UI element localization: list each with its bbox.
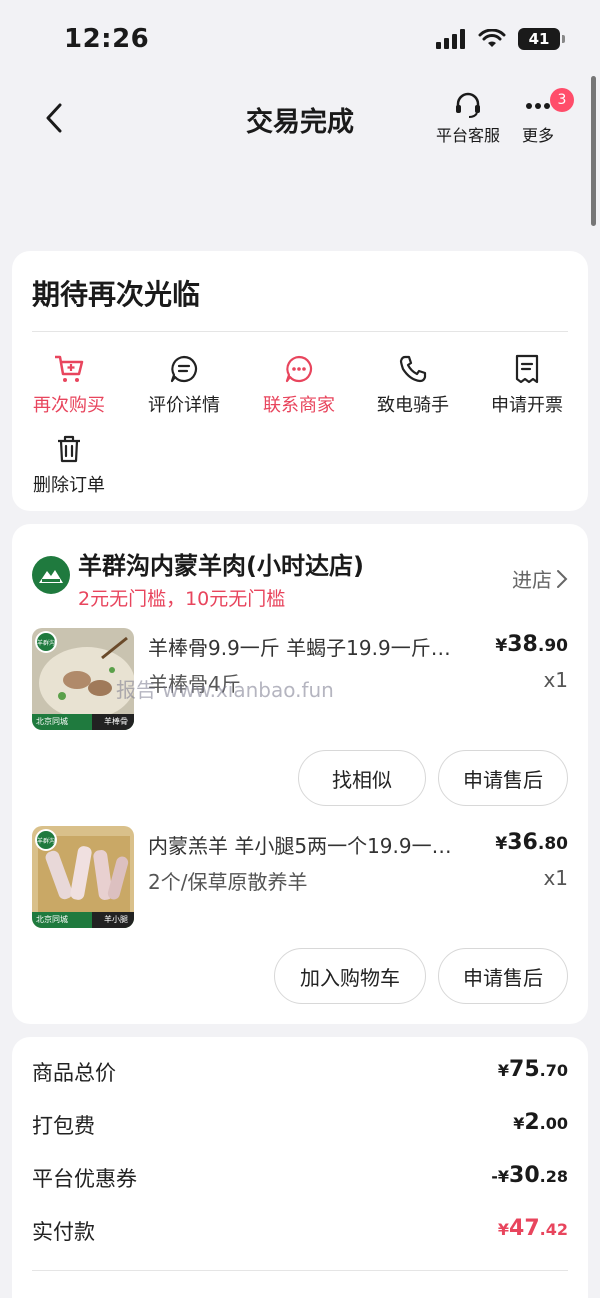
image-tag-left: 北京同城	[36, 915, 68, 924]
price-summary-card: 商品总价 ¥75.70 打包费 ¥2.00 平台优惠券 -¥30.28 实付款 …	[12, 1037, 588, 1298]
wifi-icon	[478, 29, 506, 47]
chevron-right-icon	[557, 569, 568, 588]
more-label: 更多	[522, 126, 555, 145]
watermark-text: 报告 www.xianbao.fun	[116, 678, 334, 702]
find-similar-button[interactable]: 找相似	[298, 750, 426, 806]
product-spec: 2个/保草原散养羊	[148, 870, 308, 894]
shop-logo[interactable]	[32, 556, 70, 594]
more-dots-icon	[526, 103, 550, 109]
rebuy-label: 再次购买	[33, 395, 105, 416]
coupon-value: -¥30.28	[491, 1163, 568, 1188]
contact-merchant-button[interactable]: 联系商家	[243, 351, 355, 417]
subtotal-symbol: ¥	[497, 1061, 510, 1080]
product-name[interactable]: 内蒙羔羊 羊小腿5两一个19.9一…	[148, 830, 483, 859]
shop-order-card: 羊群沟内蒙羊肉(小时达店) 2元无门槛，10元无门槛 进店 北京同城 羊棒骨 羊…	[12, 524, 588, 1024]
after-sales-button[interactable]: 申请售后	[438, 948, 568, 1004]
phone-icon	[399, 355, 427, 383]
review-detail-label: 评价详情	[148, 395, 220, 416]
coupon-integer: 30	[509, 1163, 540, 1188]
review-detail-button[interactable]: 评价详情	[128, 351, 240, 417]
chat-dots-icon	[285, 355, 313, 383]
status-icons: 41	[436, 28, 565, 50]
thanks-title: 期待再次光临	[32, 278, 201, 311]
image-logo-text: 羊群沟	[36, 640, 55, 647]
more-badge: 3	[550, 88, 575, 112]
more-button[interactable]: 更多 3	[522, 88, 575, 146]
subtotal-label: 商品总价	[32, 1061, 116, 1085]
battery-icon: 41	[518, 28, 565, 50]
coupon-label: 平台优惠券	[32, 1167, 137, 1191]
product-quantity: x1	[543, 866, 568, 890]
call-rider-button[interactable]: 致电骑手	[357, 351, 469, 417]
page-title: 交易完成	[246, 107, 354, 138]
subtotal-decimal: .70	[539, 1061, 568, 1080]
price-integer: 38	[507, 632, 538, 657]
nav-bar: 交易完成 平台客服 更多 3	[0, 80, 600, 160]
headset-icon	[456, 92, 480, 118]
mountain-logo-icon	[39, 570, 63, 583]
delete-order-label: 删除订单	[33, 475, 105, 496]
enter-shop-label: 进店	[512, 568, 552, 592]
comment-icon	[170, 355, 198, 383]
add-to-cart-button[interactable]: 加入购物车	[274, 948, 426, 1004]
enter-shop-link[interactable]: 进店	[512, 564, 568, 593]
packing-fee-integer: 2	[524, 1110, 540, 1135]
image-logo-text: 羊群沟	[36, 838, 55, 845]
subtotal-integer: 75	[509, 1057, 540, 1082]
request-invoice-label: 申请开票	[491, 395, 563, 416]
after-sales-button[interactable]: 申请售后	[438, 750, 568, 806]
paid-amount-label: 实付款	[32, 1220, 95, 1244]
packing-fee-decimal: .00	[539, 1114, 568, 1133]
packing-fee-value: ¥2.00	[513, 1110, 568, 1135]
rebuy-button[interactable]: 再次购买	[13, 351, 125, 417]
product-price: ¥36.80	[495, 830, 568, 855]
status-time: 12:26	[64, 24, 150, 54]
contact-merchant-label: 联系商家	[263, 395, 335, 416]
shop-name[interactable]: 羊群沟内蒙羊肉(小时达店)	[78, 546, 364, 581]
coupon-symbol: ¥	[497, 1167, 510, 1186]
delete-order-button[interactable]: 删除订单	[13, 431, 125, 497]
request-invoice-button[interactable]: 申请开票	[471, 351, 583, 417]
packing-fee-symbol: ¥	[513, 1114, 525, 1133]
shop-promo: 2元无门槛，10元无门槛	[78, 588, 286, 610]
paid-amount-symbol: ¥	[497, 1220, 510, 1239]
price-symbol: ¥	[495, 636, 508, 656]
packing-fee-label: 打包费	[32, 1114, 95, 1138]
platform-service-label: 平台客服	[436, 126, 501, 145]
platform-service-button[interactable]: 平台客服	[436, 92, 500, 146]
product-name[interactable]: 羊棒骨9.9一斤 羊蝎子19.9一斤…	[148, 632, 483, 661]
divider	[32, 331, 568, 332]
price-integer: 36	[507, 830, 538, 855]
signal-icon	[436, 29, 465, 49]
scrollbar[interactable]	[591, 76, 596, 226]
subtotal-value: ¥75.70	[498, 1057, 568, 1082]
paid-amount-integer: 47	[509, 1216, 540, 1241]
price-decimal: .90	[537, 636, 568, 656]
call-rider-label: 致电骑手	[377, 395, 449, 416]
product-price: ¥38.90	[495, 632, 568, 657]
divider	[32, 1270, 568, 1271]
price-decimal: .80	[537, 834, 568, 854]
product-quantity: x1	[543, 668, 568, 692]
paid-amount-decimal: .42	[539, 1220, 568, 1239]
product-image[interactable]: 北京同城 羊小腿 羊群沟	[32, 826, 134, 928]
cart-plus-icon	[55, 355, 84, 382]
image-tag-left: 北京同城	[36, 717, 68, 726]
status-bar: 12:26 41	[0, 0, 600, 80]
coupon-decimal: .28	[539, 1167, 568, 1186]
image-tag-right: 羊小腿	[104, 915, 128, 924]
image-tag-right: 羊棒骨	[104, 717, 128, 726]
order-actions-card: 期待再次光临 再次购买 评价详情 联系商家 致电骑手 申请开票 删除订单	[12, 251, 588, 511]
price-symbol: ¥	[495, 834, 508, 854]
coupon-prefix: -	[491, 1167, 498, 1186]
trash-icon	[58, 435, 80, 463]
receipt-icon	[515, 354, 539, 384]
paid-amount-value: ¥47.42	[498, 1216, 568, 1241]
